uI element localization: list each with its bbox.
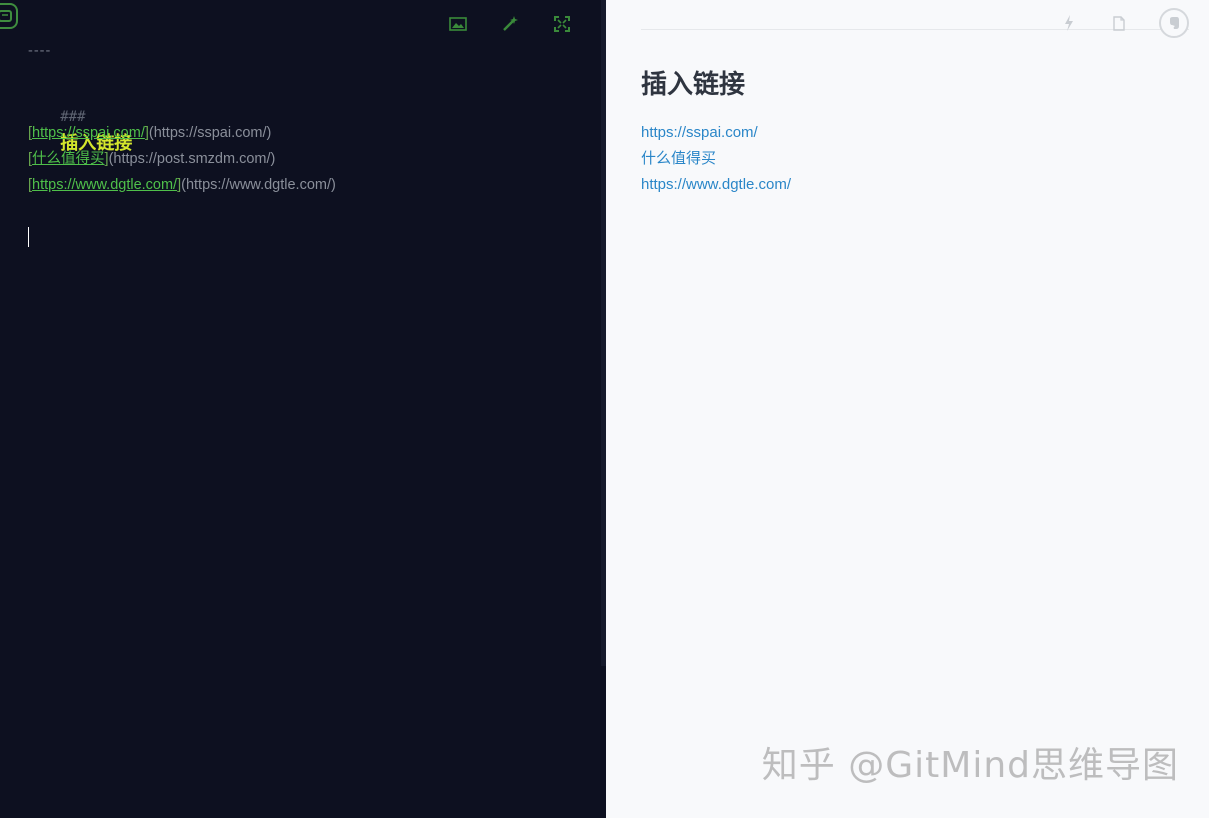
link-url: (https://post.smzdm.com/) [108,151,276,167]
heading-line: ### 插入链接 [28,78,336,153]
editor-content[interactable]: ---- ### 插入链接 [https://sspai.com/](https… [28,38,336,250]
preview-heading: 插入链接 [641,69,746,99]
fullscreen-icon[interactable] [552,14,572,34]
magic-wand-icon[interactable] [500,14,520,34]
preview-link[interactable]: https://sspai.com/ [641,120,791,146]
link-url: (https://www.dgtle.com/) [181,177,336,193]
document-icon[interactable] [1109,13,1129,33]
evernote-icon[interactable] [1159,8,1189,38]
preview-toolbar [1059,8,1189,38]
preview-content: 插入链接 https://sspai.com/ 什么值得买 https://ww… [641,66,791,198]
markdown-preview: 插入链接 https://sspai.com/ 什么值得买 https://ww… [606,0,1209,818]
link-line: [什么值得买](https://post.smzdm.com/) [28,146,336,172]
link-text[interactable]: https://sspai.com/ [32,125,145,141]
link-text[interactable]: https://www.dgtle.com/ [32,177,177,193]
text-cursor [28,227,29,248]
cursor-line[interactable] [28,224,336,250]
image-icon[interactable] [448,14,468,34]
lightning-icon[interactable] [1059,13,1079,33]
link-line: [https://www.dgtle.com/](https://www.dgt… [28,172,336,198]
link-url: (https://sspai.com/) [148,125,272,141]
watermark-text: 知乎 @GitMind思维导图 [761,745,1179,786]
markdown-editor[interactable]: ---- ### 插入链接 [https://sspai.com/](https… [0,0,606,818]
notebook-icon[interactable] [0,3,18,29]
app-window: ---- ### 插入链接 [https://sspai.com/](https… [0,0,1209,818]
preview-link[interactable]: https://www.dgtle.com/ [641,172,791,198]
editor-toolbar [448,14,572,34]
preview-link[interactable]: 什么值得买 [641,146,791,172]
horizontal-rule-markup: ---- [28,43,52,59]
link-line: [https://sspai.com/](https://sspai.com/) [28,120,336,146]
link-text[interactable]: 什么值得买 [32,151,105,167]
